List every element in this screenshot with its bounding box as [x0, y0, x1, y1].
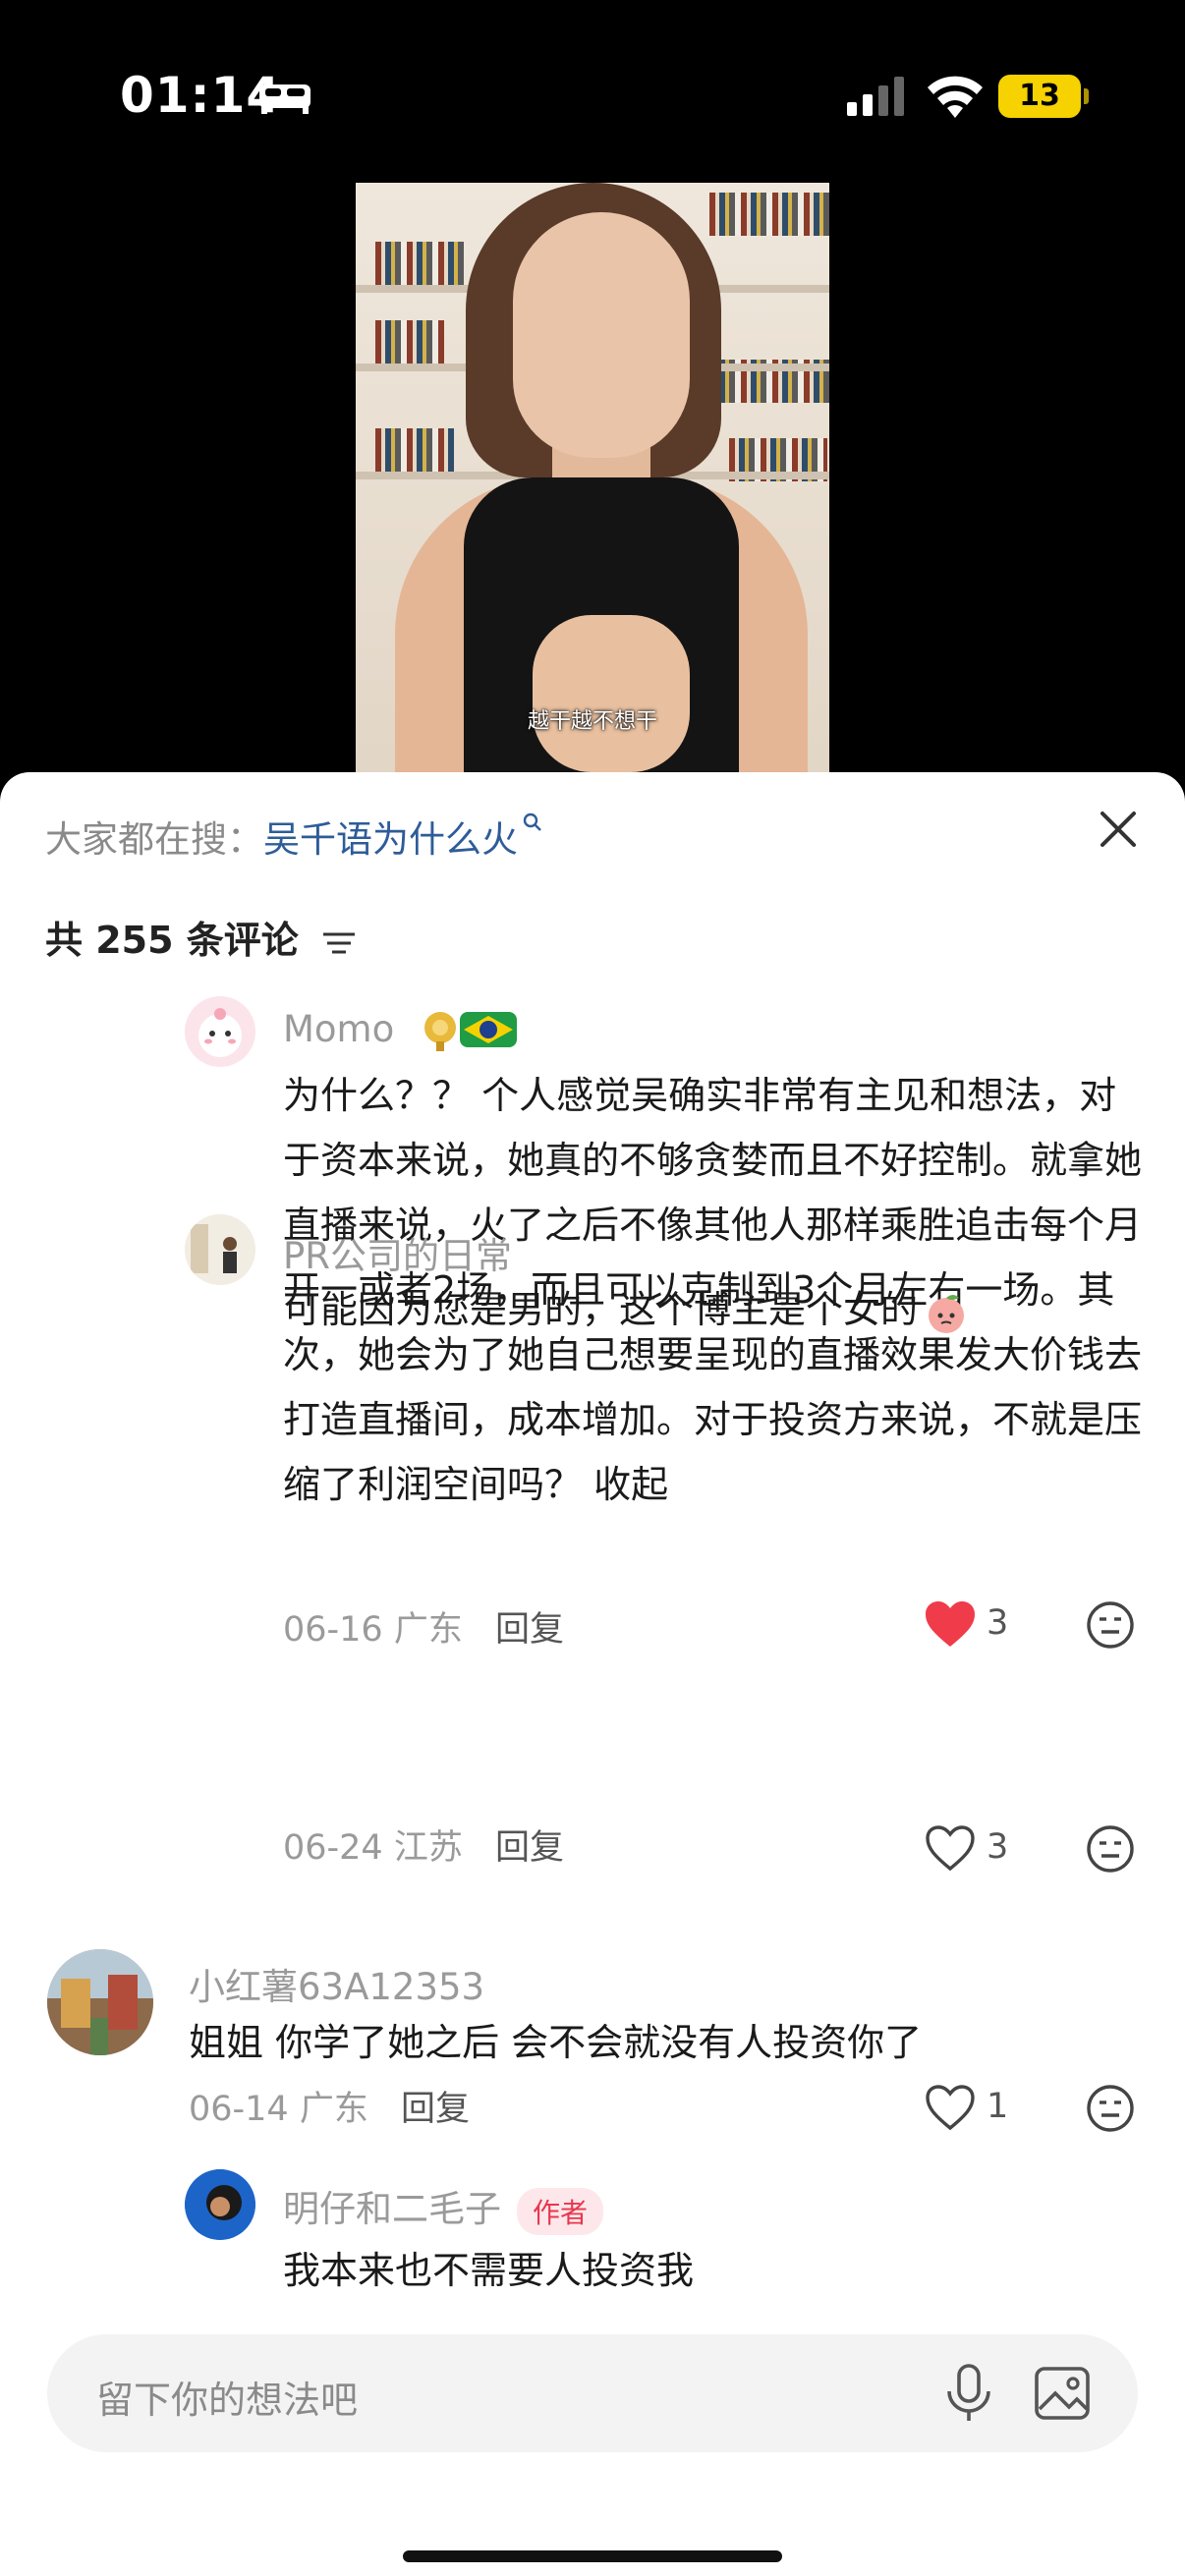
comment-input-placeholder: 留下你的想法吧 [96, 2379, 359, 2422]
comments-sheet: 大家都在搜：吴千语为什么火 共 255 条评论 Momo 为什么？？ 个人感觉吴… [0, 772, 1185, 2576]
comment-date: 06-24 [283, 1828, 383, 1868]
avatar[interactable] [47, 1949, 153, 2055]
comment-text: 姐姐 你学了她之后 会不会就没有人投资你了 [189, 2021, 923, 2064]
books-decoration [375, 320, 444, 364]
comment-input[interactable]: 留下你的想法吧 [47, 2334, 1138, 2452]
reply-button[interactable]: 回复 [495, 1610, 564, 1650]
search-icon [523, 812, 541, 831]
sleep-bed-icon [259, 84, 310, 114]
like-count: 1 [987, 2087, 1009, 2126]
comment-date: 06-16 [283, 1610, 383, 1650]
heart-outline-icon[interactable] [924, 1823, 977, 1873]
trending-search-row: 大家都在搜：吴千语为什么火 [45, 810, 543, 863]
heart-outline-icon[interactable] [924, 2083, 977, 2132]
comment-text: 可能因为您是男的，这个博主是个女的 [283, 1277, 1030, 1342]
dislike-face-icon[interactable] [1085, 1599, 1136, 1651]
person-hand [533, 615, 690, 772]
video-player[interactable]: 越干越不想干 [356, 183, 829, 772]
comment-username[interactable]: 小红薯63A12353 [189, 1957, 484, 2010]
avatar[interactable] [185, 996, 255, 1067]
like-count: 3 [987, 1603, 1009, 1643]
comment-text: 我本来也不需要人投资我 [283, 2249, 695, 2292]
dislike-face-icon[interactable] [1085, 1823, 1136, 1875]
comment-count-header: 共 255 条评论 [45, 910, 357, 964]
dislike-face-icon[interactable] [1085, 2083, 1136, 2134]
comment-meta: 06-16 广东 回复 [283, 1601, 564, 1652]
comment-username[interactable]: PR公司的日常 [283, 1226, 512, 1279]
comment-meta: 06-24 江苏 回复 [283, 1820, 564, 1870]
books-decoration [375, 242, 464, 285]
cartoon-avatar-icon [198, 1008, 242, 1057]
books-decoration [375, 428, 454, 472]
avatar[interactable] [185, 1214, 255, 1285]
comment-date: 06-14 [189, 2090, 289, 2129]
status-bar: 01:14 13 [0, 0, 1185, 147]
portrait-avatar-icon [185, 2169, 255, 2240]
painting-avatar-icon [47, 1949, 153, 2055]
comment-location: 广东 [393, 1610, 463, 1650]
photo-avatar-icon [185, 1214, 255, 1285]
close-icon[interactable] [1089, 800, 1148, 859]
trending-search-link[interactable]: 吴千语为什么火 [263, 818, 518, 861]
reply-button[interactable]: 回复 [495, 1828, 564, 1868]
battery-indicator: 13 [998, 75, 1089, 118]
avatar[interactable] [185, 2169, 255, 2240]
home-indicator [403, 2550, 782, 2562]
trending-search-prefix: 大家都在搜： [45, 818, 263, 861]
microphone-icon[interactable] [941, 2362, 996, 2425]
image-icon[interactable] [1034, 2366, 1091, 2421]
comment-username[interactable]: 明仔和二毛子 作者 [283, 2179, 604, 2235]
comment-location: 江苏 [393, 1828, 463, 1868]
comment-username[interactable]: Momo [283, 1008, 394, 1050]
comment-location: 广东 [299, 2090, 368, 2129]
comment-meta: 06-14 广东 回复 [189, 2081, 470, 2131]
comment-count: 共 255 条评论 [45, 919, 299, 962]
wifi-icon [928, 76, 983, 118]
author-badge: 作者 [517, 2187, 604, 2235]
books-decoration [709, 193, 829, 236]
cellular-signal-icon [847, 77, 904, 116]
person-face [513, 212, 690, 458]
like-count: 3 [987, 1827, 1009, 1867]
badge-icons [424, 1012, 517, 1051]
reply-button[interactable]: 回复 [401, 2090, 470, 2129]
heart-filled-icon[interactable] [924, 1599, 977, 1649]
peach-emoji-icon [929, 1294, 965, 1333]
video-subtitle: 越干越不想干 [527, 709, 657, 734]
sort-icon[interactable] [321, 928, 357, 958]
